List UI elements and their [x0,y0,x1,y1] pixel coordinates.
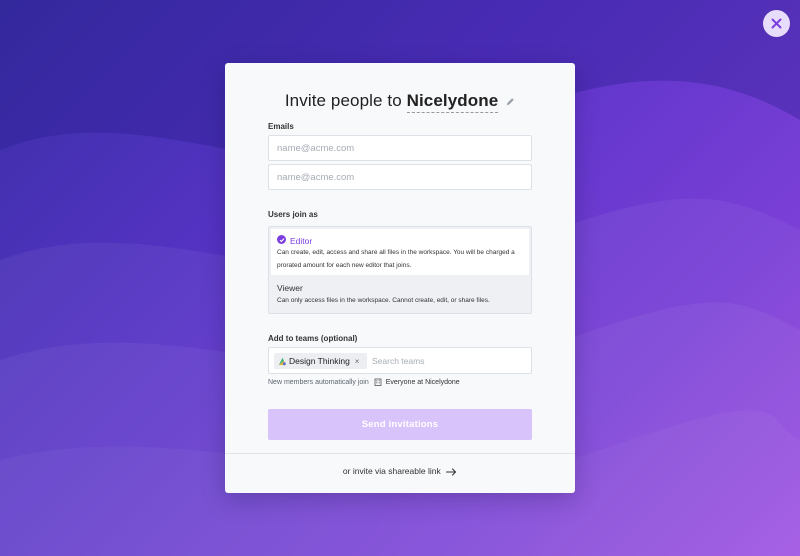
workspace-name[interactable]: Nicelydone [406,91,499,113]
invite-dialog: Invite people to Nicelydone Emails Users… [225,63,575,493]
dialog-title-prefix: Invite people to [284,91,402,110]
email-field-2[interactable] [268,164,532,190]
auto-join-team-name: Everyone at Nicelydone [385,378,460,386]
shareable-link-label: or invite via shareable link [342,466,441,476]
role-option-editor[interactable]: Editor Can create, edit, access and shar… [271,229,529,275]
team-chip-remove-button[interactable]: × [355,357,360,366]
shareable-link-button[interactable]: or invite via shareable link [225,466,575,476]
close-button[interactable] [763,10,790,37]
role-description-viewer: Can only access files in the workspace. … [277,297,490,304]
role-option-viewer[interactable]: Viewer Can only access files in the work… [269,275,531,313]
emails-label: Emails [268,122,294,131]
team-icon [278,357,287,365]
add-to-teams-label: Add to teams (optional) [268,334,358,343]
check-circle-icon [277,235,286,244]
arrow-right-icon [446,468,457,476]
auto-join-hint: New members automatically join Everyone … [268,378,460,386]
role-name-viewer: Viewer [277,283,303,293]
role-selector: Editor Can create, edit, access and shar… [268,226,532,314]
send-invitations-button[interactable]: Send invitations [268,409,532,440]
team-chip-label: Design Thinking [289,356,350,366]
team-search-input[interactable] [372,352,522,370]
email-field-1[interactable] [268,135,532,161]
teams-input[interactable]: Design Thinking × [268,347,532,374]
auto-join-hint-text: New members automatically join [268,378,369,386]
building-icon [374,378,382,386]
users-join-as-label: Users join as [268,210,318,219]
role-name-editor: Editor [290,236,313,246]
team-chip: Design Thinking × [274,353,367,369]
pencil-icon[interactable] [506,97,515,106]
divider [225,453,575,454]
role-description-editor: Can create, edit, access and share all f… [277,249,515,269]
close-icon [771,18,782,29]
dialog-title: Invite people to Nicelydone [225,91,575,113]
